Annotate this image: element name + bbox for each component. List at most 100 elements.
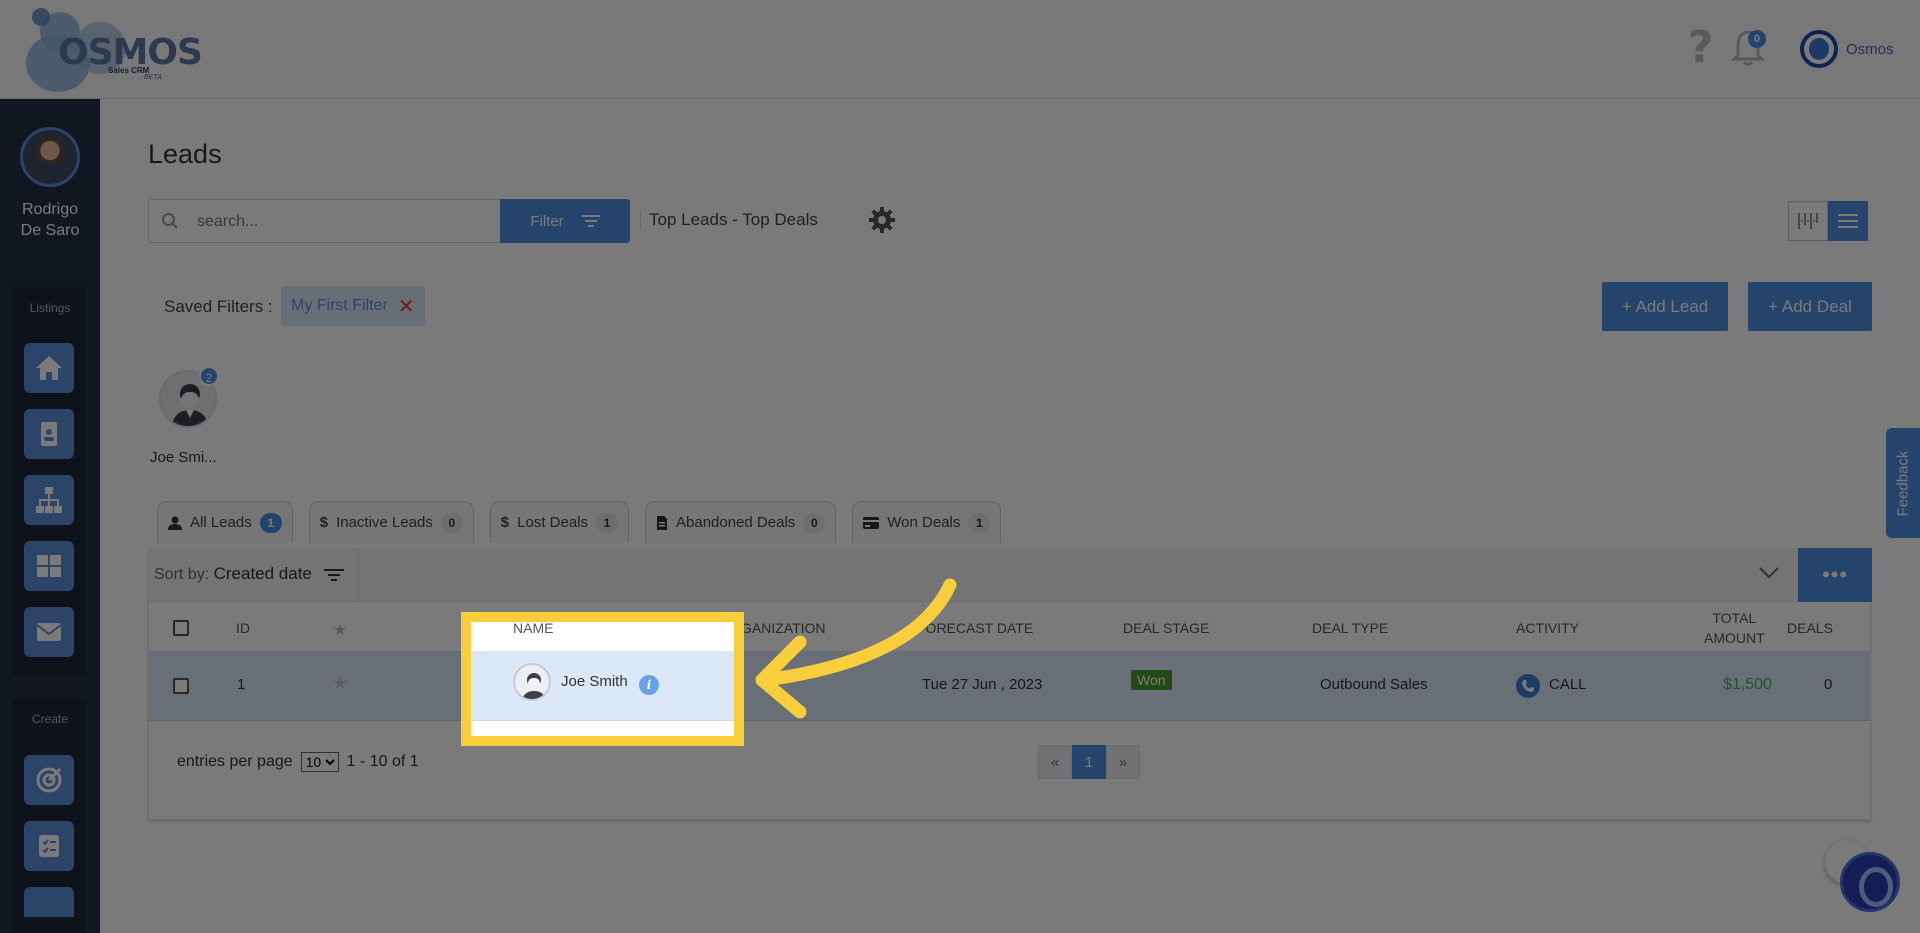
tab-abandoned-deals[interactable]: Abandoned Deals 0 xyxy=(645,501,837,543)
filter-lines-icon xyxy=(581,215,600,227)
tab-all-leads[interactable]: All Leads 1 xyxy=(157,501,293,543)
logo-beta: BETA xyxy=(144,74,162,81)
filter-button[interactable]: Filter xyxy=(500,199,630,243)
home-icon xyxy=(36,356,62,380)
pagination: « 1 » xyxy=(1038,745,1140,779)
sidebar-item-contacts[interactable] xyxy=(24,409,74,459)
row-activity[interactable]: CALL xyxy=(1549,676,1587,693)
saved-filter-chip-label: My First Filter xyxy=(291,297,388,314)
card-icon xyxy=(863,516,880,529)
person-icon xyxy=(168,516,182,530)
user-avatar xyxy=(1800,30,1838,68)
prev-page-button[interactable]: « xyxy=(1038,745,1072,779)
phone-icon[interactable] xyxy=(1516,674,1540,698)
col-deal-type[interactable]: DEAL TYPE xyxy=(1312,620,1388,636)
col-total-amount-line1: TOTAL xyxy=(1712,610,1757,626)
tab-label: Won Deals xyxy=(887,514,961,531)
top-user-name: Osmos xyxy=(1846,40,1894,58)
notification-count-badge: 0 xyxy=(1748,30,1766,48)
sort-bar: Sort by: Created date xyxy=(148,548,1871,602)
tab-count: 0 xyxy=(440,512,463,533)
col-organization[interactable]: ORGANIZATION xyxy=(720,620,826,636)
list-icon xyxy=(1838,214,1858,228)
listings-label: Listings xyxy=(29,301,71,315)
sidebar-item-email[interactable] xyxy=(24,607,74,657)
target-icon xyxy=(36,767,62,793)
sidebar-item-dashboard[interactable] xyxy=(24,541,74,591)
tab-lost-deals[interactable]: $ Lost Deals 1 xyxy=(489,501,630,543)
tab-label: Lost Deals xyxy=(517,514,589,531)
add-deal-button[interactable]: + Add Deal xyxy=(1748,282,1872,331)
tab-count: 1 xyxy=(259,512,282,533)
col-total-amount[interactable]: TOTAL AMOUNT xyxy=(1704,608,1765,648)
sidebar-item-home[interactable] xyxy=(24,343,74,393)
chevron-down-icon[interactable] xyxy=(1758,566,1780,580)
document-icon xyxy=(657,515,668,530)
per-page-select[interactable]: 10 xyxy=(300,752,339,772)
sort-control[interactable]: Sort by: Created date xyxy=(154,564,345,584)
tab-inactive-leads[interactable]: $ Inactive Leads 0 xyxy=(308,501,474,543)
osmos-logo[interactable]: OSMOS Sales CRM BETA xyxy=(22,8,203,92)
lead-name-link[interactable]: Joe Smith xyxy=(561,673,628,690)
next-page-button[interactable]: » xyxy=(1106,745,1140,779)
feedback-tab[interactable]: Feedback xyxy=(1886,428,1920,538)
page-title: Leads xyxy=(148,139,222,169)
feedback-label: Feedback xyxy=(1894,450,1912,516)
search-input[interactable] xyxy=(197,210,487,234)
dollar-icon: $ xyxy=(500,514,510,531)
gear-icon[interactable] xyxy=(868,206,896,234)
sidebar-user-last: De Saro xyxy=(20,222,80,239)
row-deal-type: Outbound Sales xyxy=(1320,676,1428,693)
entries-control: entries per page 10 1 - 10 of 1 xyxy=(177,752,419,772)
tab-count: 1 xyxy=(968,512,991,533)
star-icon[interactable]: ★ xyxy=(332,673,348,694)
lead-avatar xyxy=(513,663,551,701)
entries-label: entries per page xyxy=(177,753,293,770)
sidebar-item-create-task[interactable] xyxy=(24,821,74,871)
kanban-icon xyxy=(1798,213,1818,229)
top-header: OSMOS Sales CRM BETA ? 0 Osmos xyxy=(0,0,1920,99)
sort-value: Created date xyxy=(213,564,312,583)
dollar-icon: $ xyxy=(319,514,329,531)
saved-filter-chip[interactable]: My First Filter ✕ xyxy=(281,286,425,326)
lead-tabs: All Leads 1 $ Inactive Leads 0 $ Lost De… xyxy=(157,501,1002,543)
col-id[interactable]: ID xyxy=(236,620,250,636)
col-deal-stage[interactable]: DEAL STAGE xyxy=(1123,620,1209,636)
tab-label: Inactive Leads xyxy=(336,514,433,531)
search-icon xyxy=(162,213,178,229)
col-activity[interactable]: ACTIVITY xyxy=(1516,620,1579,636)
col-forecast-date[interactable]: FORECAST DATE xyxy=(917,620,1033,636)
col-name[interactable]: NAME xyxy=(513,620,553,636)
tab-label: Abandoned Deals xyxy=(676,514,796,531)
sidebar-avatar[interactable] xyxy=(20,127,80,187)
search-box[interactable] xyxy=(148,199,500,243)
org-chart-icon xyxy=(36,487,62,513)
sidebar-item-organizations[interactable] xyxy=(24,475,74,525)
sidebar-item-create-target[interactable] xyxy=(24,755,74,805)
row-total-amount: $1,500 xyxy=(1723,676,1772,693)
tab-count: 1 xyxy=(596,512,619,533)
col-deals[interactable]: DEALS xyxy=(1787,620,1833,636)
entries-range: 1 - 10 of 1 xyxy=(346,753,419,770)
view-toggle xyxy=(1788,201,1868,241)
chat-widget[interactable] xyxy=(1840,852,1900,912)
row-id: 1 xyxy=(237,676,246,693)
row-checkbox[interactable] xyxy=(173,678,189,694)
sort-icon xyxy=(324,568,345,581)
add-lead-button[interactable]: + Add Lead xyxy=(1602,282,1728,331)
sidebar-user-name: Rodrigo De Saro xyxy=(0,199,100,241)
kanban-view-button[interactable] xyxy=(1788,201,1828,241)
list-view-button[interactable] xyxy=(1828,201,1868,241)
select-all-checkbox[interactable] xyxy=(173,620,189,636)
help-icon[interactable]: ? xyxy=(1688,26,1714,70)
more-options-button[interactable]: ••• xyxy=(1798,548,1872,602)
top-leads-link[interactable]: Top Leads - Top Deals xyxy=(640,210,818,230)
top-user-menu[interactable]: Osmos xyxy=(1800,30,1894,68)
remove-filter-icon[interactable]: ✕ xyxy=(398,294,415,319)
page-button[interactable]: 1 xyxy=(1072,745,1106,779)
info-icon[interactable]: i xyxy=(639,675,659,695)
lead-card-name[interactable]: Joe Smi... xyxy=(150,449,217,466)
sidebar-user-first: Rodrigo xyxy=(21,201,79,218)
tab-won-deals[interactable]: Won Deals 1 xyxy=(852,501,1002,543)
sidebar-item-more[interactable] xyxy=(24,887,74,917)
